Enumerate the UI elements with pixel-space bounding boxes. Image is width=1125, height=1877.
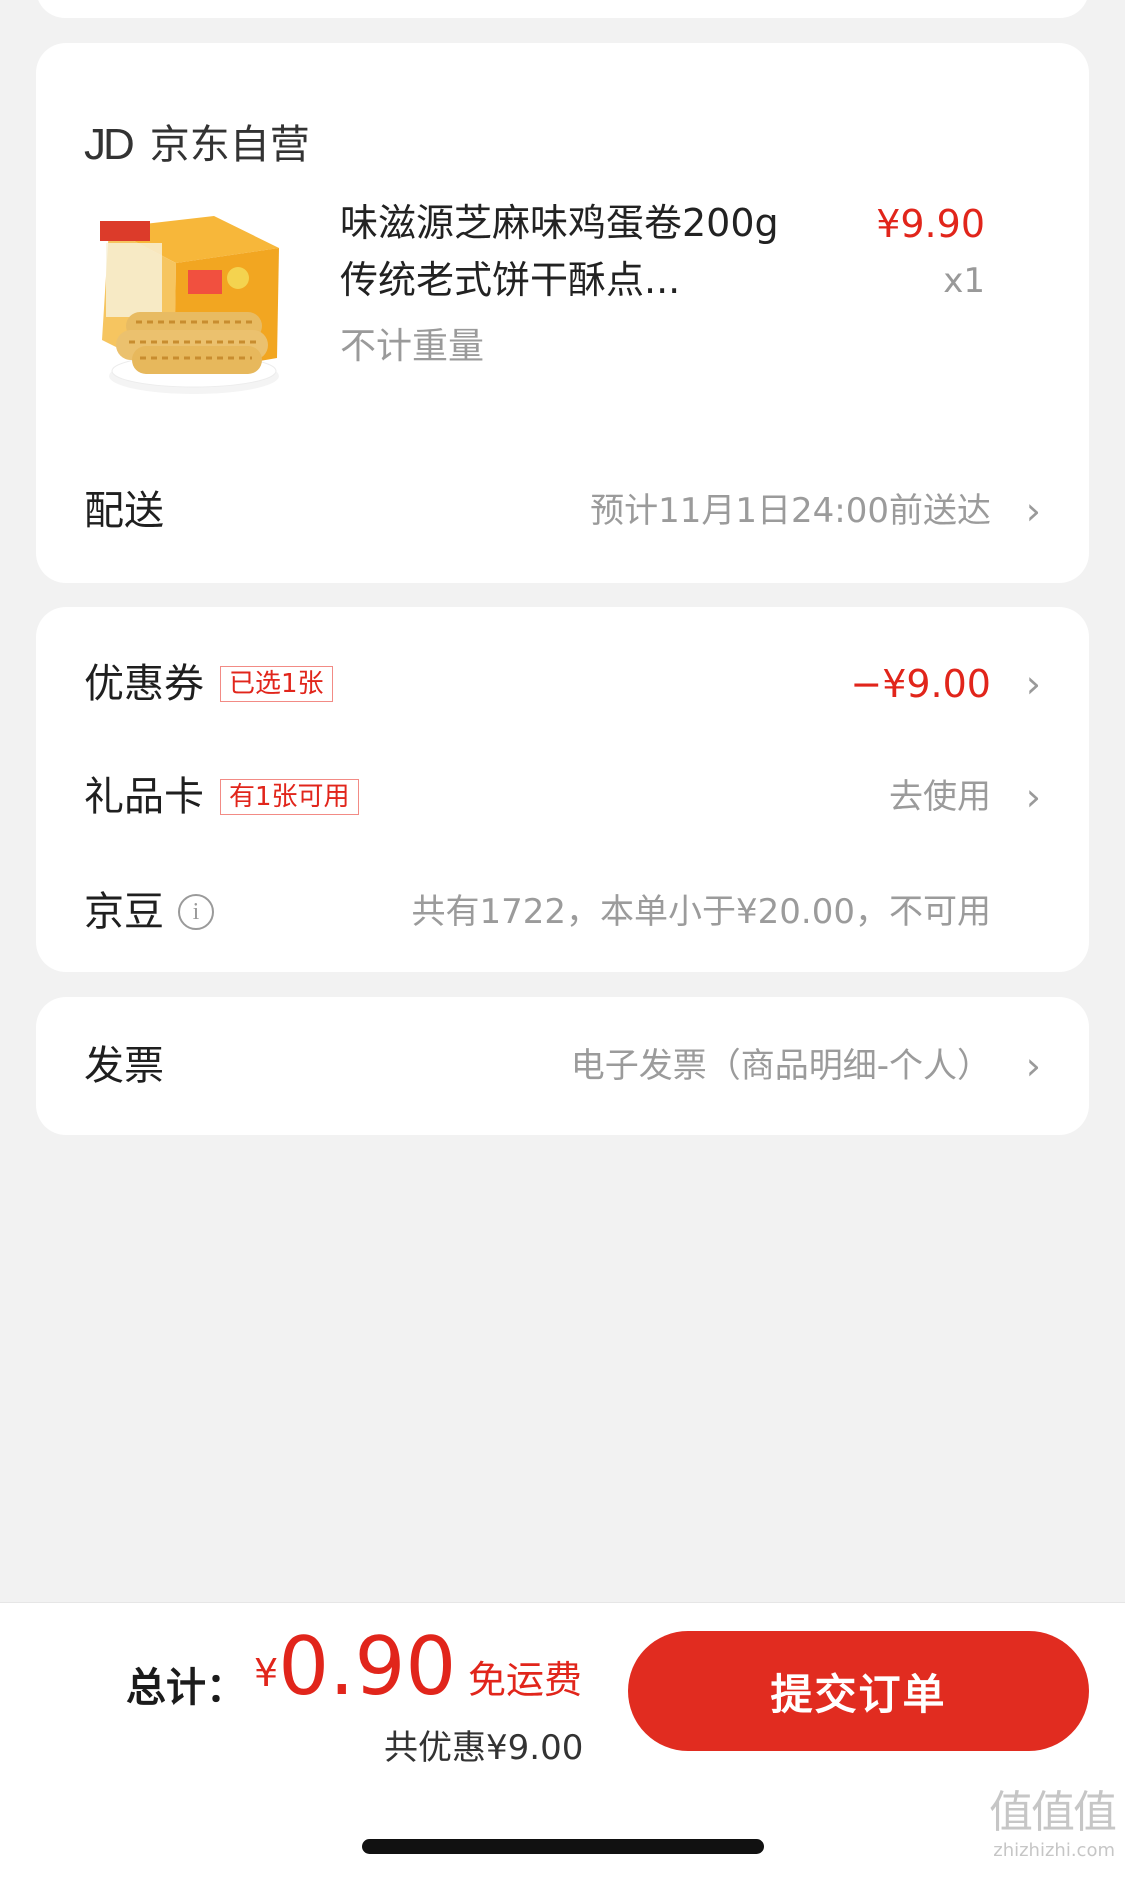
gift-card-action: 去使用 [889, 777, 991, 817]
coupon-discount-value: −¥9.00 [850, 662, 991, 706]
watermark-url: zhizhizhi.com [993, 1840, 1115, 1861]
delivery-estimate: 预计11月1日24:00前送达 [590, 491, 991, 531]
submit-order-button[interactable]: 提交订单 [628, 1631, 1089, 1751]
product-price: ¥9.90 [876, 202, 985, 246]
store-name: 京东自营 [149, 122, 310, 168]
chevron-right-icon: › [1025, 662, 1041, 706]
store-header: JD 京东自营 [84, 120, 310, 170]
jd-beans-status: 共有1722，本单小于¥20.00，不可用 [411, 892, 992, 932]
info-icon[interactable]: i [178, 894, 214, 930]
jd-beans-row: 京豆 i 共有1722，本单小于¥20.00，不可用 [84, 877, 1041, 947]
coupon-label: 优惠券 [84, 661, 204, 707]
currency-symbol: ¥ [254, 1651, 279, 1695]
total-saving-label: 共优惠¥9.00 [384, 1728, 584, 1768]
watermark: 值值值 zhizhizhi.com [965, 1787, 1117, 1871]
total-price: ¥0.90 [254, 1627, 456, 1707]
free-shipping-label: 免运费 [468, 1658, 583, 1702]
order-card: JD 京东自营 味滋源芝麻味鸡蛋卷200g传统老式饼干酥点... 不计重量 ¥9… [36, 43, 1089, 583]
chevron-right-icon: › [1025, 1044, 1041, 1088]
product-spec: 不计重量 [340, 326, 485, 367]
delivery-row[interactable]: 配送 预计11月1日24:00前送达 › [84, 476, 1041, 546]
watermark-logo: 值值值 [989, 1787, 1117, 1838]
invoice-card: 发票 电子发票（商品明细-个人） › [36, 997, 1089, 1135]
total-amount: 0.90 [278, 1620, 457, 1713]
invoice-row[interactable]: 发票 电子发票（商品明细-个人） › [84, 1031, 1041, 1101]
gift-card-label: 礼品卡 [84, 774, 204, 820]
discount-card: 优惠券 已选1张 −¥9.00 › 礼品卡 有1张可用 去使用 › 京豆 i 共… [36, 607, 1089, 972]
home-indicator[interactable] [362, 1839, 764, 1854]
product-title[interactable]: 味滋源芝麻味鸡蛋卷200g传统老式饼干酥点... [340, 195, 810, 309]
jd-beans-label: 京豆 [84, 889, 164, 935]
checkout-bar: 总计： ¥0.90 免运费 共优惠¥9.00 提交订单 值值值 zhizhizh… [0, 1602, 1125, 1877]
coupon-tag: 已选1张 [220, 666, 333, 702]
gift-card-tag: 有1张可用 [220, 779, 359, 815]
coupon-row[interactable]: 优惠券 已选1张 −¥9.00 › [84, 649, 1041, 719]
previous-card-edge [36, 0, 1089, 18]
chevron-right-icon: › [1025, 489, 1041, 533]
product-image[interactable] [84, 198, 310, 414]
gift-card-row[interactable]: 礼品卡 有1张可用 去使用 › [84, 762, 1041, 832]
product-quantity: x1 [943, 261, 985, 301]
chevron-right-icon: › [1025, 775, 1041, 819]
invoice-label: 发票 [84, 1043, 164, 1089]
delivery-label: 配送 [84, 488, 164, 534]
jd-logo: JD [84, 120, 135, 169]
total-label: 总计： [126, 1665, 246, 1711]
invoice-type: 电子发票（商品明细-个人） [570, 1046, 991, 1086]
